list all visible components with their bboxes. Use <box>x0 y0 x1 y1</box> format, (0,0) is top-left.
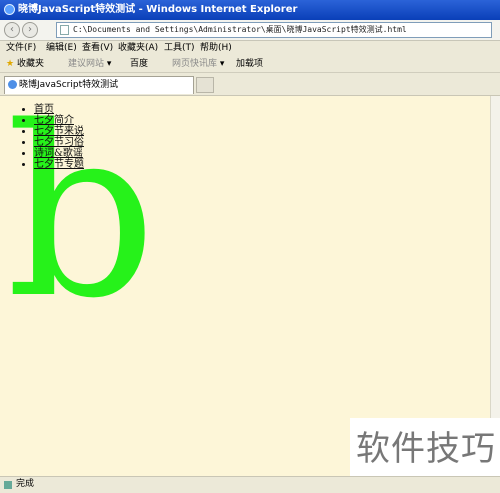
window-title-bar: 晓博JavaScript特效测试 - Windows Internet Expl… <box>0 0 500 20</box>
menu-help[interactable]: 帮助(H) <box>200 41 232 55</box>
favorite-suggested-sites[interactable]: 建议网站 ▾ <box>68 56 111 72</box>
list-item: 七夕节来说 <box>34 126 84 137</box>
page-icon <box>60 25 69 35</box>
list-item: 七夕节习俗 <box>34 137 84 148</box>
web-slices-label: 网页快讯库 <box>172 59 218 69</box>
tab-label: 晓博JavaScript特效测试 <box>19 80 119 90</box>
status-bar: 完成 <box>0 476 500 493</box>
ie-logo-icon <box>4 4 15 15</box>
nav-link-intro[interactable]: 七夕简介 <box>34 115 74 126</box>
status-page-icon <box>4 481 12 489</box>
favorite-web-slices[interactable]: 网页快讯库 ▾ <box>172 56 224 72</box>
address-text: C:\Documents and Settings\Administrator\… <box>73 25 407 34</box>
star-icon: ★ <box>6 59 15 69</box>
nav-link-customs[interactable]: 七夕节习俗 <box>34 137 84 148</box>
nav-link-poems[interactable]: 诗词&歌谣 <box>34 148 83 159</box>
back-button[interactable]: ‹ <box>4 22 20 38</box>
nav-link-topic[interactable]: 七夕节专题 <box>34 159 84 170</box>
menu-edit[interactable]: 编辑(E) <box>46 41 77 55</box>
tab-current[interactable]: 晓博JavaScript特效测试 <box>4 76 194 94</box>
status-text: 完成 <box>16 479 35 489</box>
list-item: 七夕节专题 <box>34 159 84 170</box>
favorites-button[interactable]: ★ 收藏夹 <box>6 56 44 72</box>
list-item: 诗词&歌谣 <box>34 148 84 159</box>
menu-favorites[interactable]: 收藏夹(A) <box>118 41 158 55</box>
favorites-bar: ★ 收藏夹 建议网站 ▾ 百度 网页快讯库 ▾ 加载项 <box>0 56 500 73</box>
menu-bar: 文件(F) 编辑(E) 查看(V) 收藏夹(A) 工具(T) 帮助(H) <box>0 41 500 55</box>
watermark-text: 软件技巧 <box>356 429 496 469</box>
list-item: 首页 <box>34 104 84 115</box>
nav-list: 首页 七夕简介 七夕节来说 七夕节习俗 诗词&歌谣 七夕节专题 <box>18 104 84 170</box>
forward-button[interactable]: › <box>22 22 38 38</box>
favorite-addons[interactable]: 加载项 <box>236 56 263 72</box>
menu-tools[interactable]: 工具(T) <box>164 41 195 55</box>
address-input[interactable]: C:\Documents and Settings\Administrator\… <box>56 22 492 38</box>
menu-view[interactable]: 查看(V) <box>82 41 113 55</box>
address-bar: ‹ › C:\Documents and Settings\Administra… <box>0 20 500 41</box>
tab-bar: 晓博JavaScript特效测试 <box>0 73 500 96</box>
tab-page-icon <box>8 80 17 89</box>
list-item: 七夕简介 <box>34 115 84 126</box>
menu-file[interactable]: 文件(F) <box>6 41 36 55</box>
favorites-label: 收藏夹 <box>16 59 44 69</box>
watermark: 软件技巧 <box>350 418 500 476</box>
window-title: 晓博JavaScript特效测试 - Windows Internet Expl… <box>18 4 298 15</box>
suggested-sites-label: 建议网站 <box>68 59 105 69</box>
new-tab-button[interactable] <box>196 77 214 93</box>
favorite-baidu[interactable]: 百度 <box>130 56 148 72</box>
nav-link-home[interactable]: 首页 <box>34 104 54 115</box>
nav-link-origin[interactable]: 七夕节来说 <box>34 126 84 137</box>
